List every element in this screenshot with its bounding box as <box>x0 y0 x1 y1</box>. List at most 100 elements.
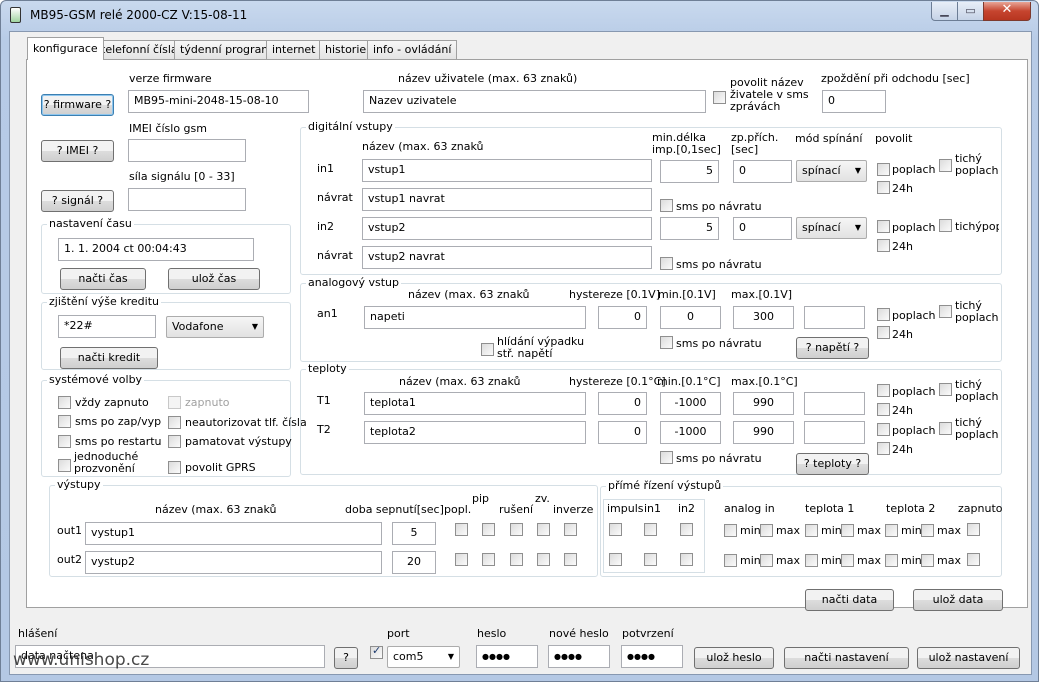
tab-telefonni-cisla[interactable]: telefonní čísla <box>95 40 184 59</box>
direct-t1-min-1-checkbox[interactable] <box>805 524 818 537</box>
t1-alarm-checkbox[interactable] <box>877 384 890 397</box>
voltage-button[interactable]: ? napětí ? <box>796 337 869 359</box>
imei-field[interactable] <box>128 139 246 162</box>
tab-konfigurace[interactable]: konfigurace <box>27 37 104 60</box>
minimize-button[interactable]: ▁ <box>931 2 958 21</box>
direct-t2-max-2-checkbox[interactable] <box>921 554 934 567</box>
read-settings-button[interactable]: načti nastavení <box>784 647 909 669</box>
in1-return-field[interactable]: vstup1 navrat <box>362 188 652 211</box>
t1-min-field[interactable]: -1000 <box>660 392 721 415</box>
direct-in1-1-checkbox[interactable] <box>644 523 657 536</box>
always-on-checkbox[interactable] <box>58 396 71 409</box>
an1-24h-checkbox[interactable] <box>877 326 890 339</box>
an1-name-field[interactable]: napeti <box>364 306 586 329</box>
signal-button[interactable]: ? signál ? <box>41 190 114 212</box>
an1-extra-field[interactable] <box>804 306 865 329</box>
simple-ring-checkbox[interactable] <box>58 459 71 472</box>
sms-restart-checkbox[interactable] <box>58 435 71 448</box>
t2-silent-checkbox[interactable] <box>939 422 952 435</box>
credit-code-field[interactable]: *22# <box>58 315 156 338</box>
user-sms-checkbox[interactable] <box>713 91 726 104</box>
firmware-field[interactable]: MB95-mini-2048-15-08-10 <box>128 90 309 113</box>
save-data-button[interactable]: ulož data <box>913 589 1003 611</box>
out1-pip-checkbox[interactable] <box>482 523 495 536</box>
direct-in2-1-checkbox[interactable] <box>680 523 693 536</box>
an1-min-field[interactable]: 0 <box>660 306 721 329</box>
in2-silent-checkbox[interactable] <box>939 219 952 232</box>
tab-internet[interactable]: internet <box>266 40 322 59</box>
an1-hyst-field[interactable]: 0 <box>598 306 647 329</box>
direct-in2-2-checkbox[interactable] <box>680 553 693 566</box>
an1-silent-checkbox[interactable] <box>939 305 952 318</box>
read-time-button[interactable]: načti čas <box>60 268 146 290</box>
imei-button[interactable]: ? IMEI ? <box>41 140 114 162</box>
save-password-button[interactable]: ulož heslo <box>694 647 774 669</box>
out2-inverze-checkbox[interactable] <box>564 553 577 566</box>
save-time-button[interactable]: ulož čas <box>168 268 260 290</box>
in1-sms-return-checkbox[interactable] <box>660 199 673 212</box>
t2-extra-field[interactable] <box>804 421 865 444</box>
in2-min-field[interactable]: 5 <box>660 217 719 240</box>
in1-24h-checkbox[interactable] <box>877 181 890 194</box>
an1-alarm-checkbox[interactable] <box>877 308 890 321</box>
t2-name-field[interactable]: teplota2 <box>364 421 586 444</box>
t2-alarm-checkbox[interactable] <box>877 423 890 436</box>
in2-name-field[interactable]: vstup2 <box>362 217 652 240</box>
out2-ruseni-checkbox[interactable] <box>510 553 523 566</box>
in2-return-field[interactable]: vstup2 navrat <box>362 246 652 269</box>
in1-zp-field[interactable]: 0 <box>733 160 792 183</box>
t2-max-field[interactable]: 990 <box>733 421 794 444</box>
t1-extra-field[interactable] <box>804 392 865 415</box>
out1-zv-checkbox[interactable] <box>537 523 550 536</box>
direct-t2-min-2-checkbox[interactable] <box>885 554 898 567</box>
password-field[interactable]: ●●●● <box>476 645 538 668</box>
direct-impuls-1-checkbox[interactable] <box>609 523 622 536</box>
close-button[interactable]: ✕ <box>983 2 1031 21</box>
tab-info-ovladani[interactable]: info - ovládání <box>367 40 458 59</box>
t1-24h-checkbox[interactable] <box>877 403 890 416</box>
delay-field[interactable]: 0 <box>822 90 886 113</box>
t1-max-field[interactable]: 990 <box>733 392 794 415</box>
out2-pip-checkbox[interactable] <box>482 553 495 566</box>
t2-min-field[interactable]: -1000 <box>660 421 721 444</box>
t1-silent-checkbox[interactable] <box>939 383 952 396</box>
out2-name-field[interactable]: vystup2 <box>85 551 382 574</box>
direct-t2-min-1-checkbox[interactable] <box>885 524 898 537</box>
direct-t1-max-1-checkbox[interactable] <box>841 524 854 537</box>
read-data-button[interactable]: načti data <box>805 589 894 611</box>
maximize-button[interactable]: ▭ <box>957 2 984 21</box>
an1-sms-return-checkbox[interactable] <box>660 336 673 349</box>
direct-t1-min-2-checkbox[interactable] <box>805 554 818 567</box>
read-credit-button[interactable]: načti kredit <box>60 347 158 369</box>
out2-popl-checkbox[interactable] <box>455 553 468 566</box>
mains-watch-checkbox[interactable] <box>481 343 494 356</box>
tab-tydenni-program[interactable]: týdenní program <box>174 40 279 59</box>
direct-on-2-checkbox[interactable] <box>967 553 980 566</box>
in2-alarm-checkbox[interactable] <box>877 220 890 233</box>
in2-sms-return-checkbox[interactable] <box>660 257 673 270</box>
sms-on-off-checkbox[interactable] <box>58 415 71 428</box>
out1-inverze-checkbox[interactable] <box>564 523 577 536</box>
t1-name-field[interactable]: teplota1 <box>364 392 586 415</box>
tab-historie[interactable]: historie <box>319 40 373 59</box>
remember-outputs-checkbox[interactable] <box>168 435 181 448</box>
in1-silent-checkbox[interactable] <box>939 159 952 172</box>
confirm-password-field[interactable]: ●●●● <box>621 645 683 668</box>
direct-analog-min-2-checkbox[interactable] <box>724 554 737 567</box>
in1-alarm-checkbox[interactable] <box>877 163 890 176</box>
in2-mode-select[interactable]: spínací ▼ <box>796 217 867 239</box>
out1-name-field[interactable]: vystup1 <box>85 522 382 545</box>
direct-on-1-checkbox[interactable] <box>967 523 980 536</box>
t2-hyst-field[interactable]: 0 <box>598 421 647 444</box>
out1-popl-checkbox[interactable] <box>455 523 468 536</box>
in2-24h-checkbox[interactable] <box>877 239 890 252</box>
direct-analog-max-2-checkbox[interactable] <box>760 554 773 567</box>
report-help-button[interactable]: ? <box>334 647 358 669</box>
in1-mode-select[interactable]: spínací ▼ <box>796 160 867 182</box>
direct-t2-max-1-checkbox[interactable] <box>921 524 934 537</box>
in1-min-field[interactable]: 5 <box>660 160 719 183</box>
firmware-button[interactable]: ? firmware ? <box>41 94 114 116</box>
port-select[interactable]: com5 ▼ <box>387 646 460 668</box>
user-name-field[interactable]: Nazev uzivatele <box>363 90 706 113</box>
out1-ruseni-checkbox[interactable] <box>510 523 523 536</box>
